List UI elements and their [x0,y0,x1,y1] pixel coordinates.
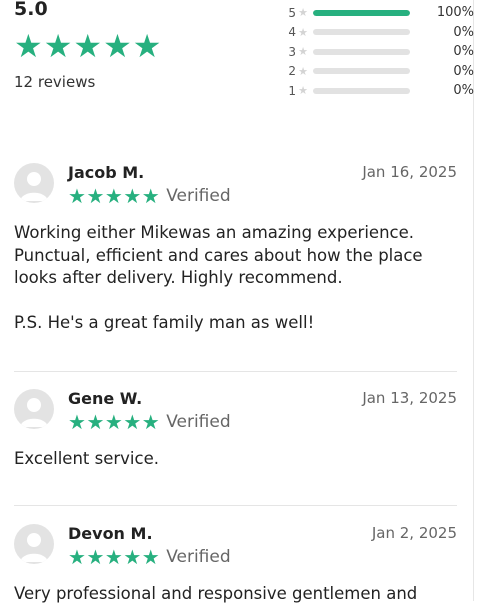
star-icon: ★ [86,410,105,434]
distribution-row-3[interactable]: 3 ★ 0% [284,42,474,62]
distribution-bar-fill [313,9,410,16]
reviewer-name: Gene W. [68,389,143,408]
distribution-percent: 0% [453,24,474,40]
distribution-star-label: 1 [288,83,296,98]
average-rating: 5.0 [14,0,48,20]
star-icon: ★ [103,27,132,65]
review-paragraph: Excellent service. [14,449,159,468]
rating-distribution: 5 ★ 100% 4 ★ 0% 3 ★ 0% 2 ★ 0% 1 ★ 0% [284,3,474,101]
distribution-row-4[interactable]: 4 ★ 0% [284,23,474,43]
distribution-star-label: 4 [288,25,296,40]
distribution-bar [313,68,410,75]
distribution-bar [313,9,410,16]
verified-badge: Verified [166,547,231,567]
star-icon: ★ [141,410,160,434]
review-rating: ★ ★ ★ ★ ★ Verified [68,546,231,568]
review-rating: ★ ★ ★ ★ ★ Verified [68,411,231,433]
review-text: Working either Mikewas an amazing experi… [14,222,454,334]
star-icon: ★ [141,545,160,569]
star-icon: ★ [104,410,123,434]
distribution-bar [313,29,410,36]
distribution-row-1[interactable]: 1 ★ 0% [284,81,474,101]
star-icon: ★ [86,545,105,569]
review-date: Jan 2, 2025 [371,524,457,542]
distribution-percent: 0% [453,63,474,79]
average-stars: ★ ★ ★ ★ ★ [14,30,161,62]
reviewer-name: Jacob M. [68,163,145,182]
star-icon: ★ [298,45,308,59]
star-icon: ★ [141,184,160,208]
distribution-star-label: 2 [288,64,296,79]
review-text: Very professional and responsive gentlem… [14,583,454,606]
user-avatar-icon [14,163,54,203]
distribution-row-2[interactable]: 2 ★ 0% [284,62,474,82]
rating-summary: 5.0 ★ ★ ★ ★ ★ 12 reviews 5 ★ 100% 4 ★ 0%… [14,0,474,110]
review-date: Jan 16, 2025 [362,163,457,181]
distribution-star-label: 3 [288,44,296,59]
distribution-row-5[interactable]: 5 ★ 100% [284,3,474,23]
verified-badge: Verified [166,412,231,432]
distribution-bar [313,87,410,94]
star-icon: ★ [73,27,103,65]
user-avatar-icon [14,524,54,564]
review-rating: ★ ★ ★ ★ ★ Verified [68,185,231,207]
star-icon: ★ [86,184,105,208]
star-icon: ★ [68,184,86,208]
star-icon: ★ [123,410,142,434]
review-divider [14,371,457,372]
review-text: Excellent service. [14,448,454,471]
star-icon: ★ [43,27,73,65]
user-avatar-icon [14,389,54,429]
review-paragraph: P.S. He's a great family man as well! [14,312,315,332]
distribution-percent: 100% [436,5,474,21]
review-paragraph: Working either Mikewas an amazing experi… [14,223,423,287]
star-icon: ★ [298,25,308,39]
star-icon: ★ [68,545,86,569]
distribution-percent: 0% [453,83,474,99]
star-icon: ★ [298,64,308,78]
distribution-bar [313,48,410,55]
star-icon: ★ [104,184,123,208]
star-icon: ★ [298,6,308,20]
star-icon: ★ [104,545,123,569]
star-icon: ★ [68,410,86,434]
review-count: 12 reviews [14,73,96,91]
review-divider [14,505,457,506]
verified-badge: Verified [166,186,231,206]
review-date: Jan 13, 2025 [362,389,457,407]
star-icon: ★ [123,184,142,208]
distribution-star-label: 5 [288,5,296,20]
star-icon: ★ [14,27,43,65]
review-paragraph: Very professional and responsive gentlem… [14,584,418,603]
star-icon: ★ [298,84,308,98]
reviewer-name: Devon M. [68,524,153,543]
star-icon: ★ [132,27,162,65]
distribution-percent: 0% [453,44,474,60]
star-icon: ★ [123,545,142,569]
